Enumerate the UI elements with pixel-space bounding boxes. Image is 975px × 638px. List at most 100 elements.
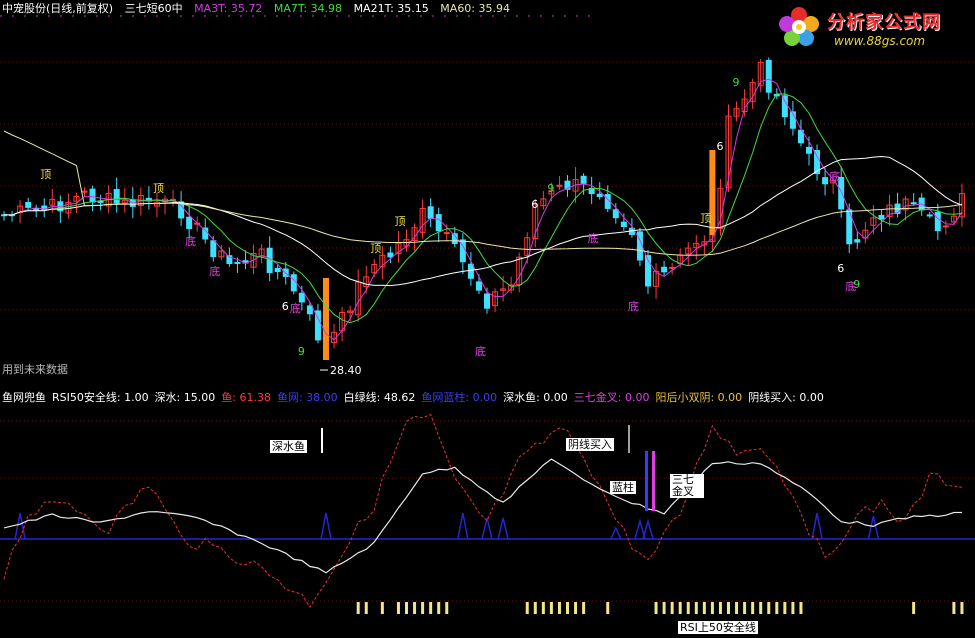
candle-body — [210, 240, 217, 258]
candle — [814, 144, 821, 181]
candle-body — [806, 146, 812, 154]
candle-body — [942, 225, 949, 228]
candle-body — [781, 95, 788, 118]
marker-bottom: 底 — [628, 299, 639, 313]
candle — [403, 229, 410, 252]
candle — [757, 58, 764, 93]
candle — [202, 218, 209, 244]
tag-golden-cross: 三七金叉 — [670, 474, 704, 498]
rsi-safe-bar — [549, 602, 553, 614]
candle — [765, 57, 772, 100]
candle — [854, 232, 861, 249]
candle — [733, 101, 740, 122]
candle — [162, 195, 168, 215]
rsi-safe-bar — [735, 602, 739, 614]
rsi-safe-bar — [912, 602, 916, 614]
candle — [926, 211, 933, 219]
ma7-line — [3, 93, 963, 324]
fishnet-spike — [14, 512, 26, 540]
candle-body — [765, 59, 772, 93]
rsi-safe-bar — [952, 602, 956, 614]
chart-window: 中宠股份(日线,前复权) 三七短60中 MA3T: 35.72 MA7T: 34… — [0, 0, 975, 638]
marker-top: 顶 — [370, 242, 381, 255]
fishnet-spike — [642, 518, 654, 540]
candle-body — [290, 274, 297, 292]
candle — [604, 185, 611, 213]
blue-column-bar — [645, 451, 648, 511]
candle — [427, 198, 434, 228]
marker-top: 顶 — [700, 212, 711, 225]
candle — [492, 288, 499, 313]
rsi-safe-bar — [759, 602, 763, 614]
candle — [178, 191, 185, 226]
tag-yin-buy: 阴线买入 — [566, 438, 614, 451]
rsi-safe-bar — [356, 602, 360, 614]
ma3-line — [3, 78, 963, 341]
rsi-safe-bar — [799, 602, 803, 614]
tag-deep-water-fish: 深水鱼 — [270, 440, 307, 453]
candle — [950, 208, 957, 226]
candle — [862, 222, 869, 244]
rsi-safe-bar — [686, 602, 690, 614]
fishnet-spike — [610, 526, 622, 540]
rsi-safe-bar — [566, 602, 569, 614]
rsi-safe-bar — [421, 602, 425, 614]
tag-rsi-safe: RSI上50安全线 — [678, 621, 758, 634]
marker-six: 6 — [716, 140, 723, 153]
candle-body — [467, 263, 474, 279]
marker-bottom: 底 — [475, 344, 486, 358]
rsi-safe-bar — [743, 602, 747, 614]
signal-bar — [323, 278, 329, 360]
marker-nine: 9 — [547, 182, 554, 195]
rsi-safe-bar — [380, 602, 384, 614]
candle — [97, 194, 104, 211]
rsi-safe-bar — [405, 602, 408, 614]
candle-body — [612, 209, 619, 219]
marker-top: 顶 — [153, 182, 164, 195]
candle-body — [822, 177, 829, 185]
fishnet-spike — [867, 515, 880, 540]
future-data-label: 用到未来数据 — [2, 363, 68, 376]
rsi-safe-bar — [694, 602, 698, 614]
rsi-safe-bar — [574, 602, 578, 614]
candle-body — [427, 206, 434, 219]
marker-bottom: 底 — [829, 169, 840, 183]
candle — [556, 176, 563, 190]
candle — [242, 250, 249, 270]
candle-body — [934, 211, 941, 232]
tag-blue-column: 蓝柱 — [610, 481, 636, 494]
candle-body — [596, 193, 603, 197]
candle — [395, 231, 402, 263]
candle — [435, 207, 442, 243]
candle — [258, 244, 265, 264]
candle-body — [878, 214, 885, 220]
candle-body — [97, 200, 104, 203]
rsi-safe-bar — [702, 602, 706, 614]
candle — [339, 307, 346, 342]
candle-body — [298, 292, 305, 303]
candle — [588, 176, 595, 205]
candle — [661, 260, 668, 276]
candle-body — [234, 261, 241, 264]
rsi-safe-bar — [751, 602, 755, 614]
candle-body — [25, 201, 32, 208]
candle-body — [435, 214, 442, 232]
candle-body — [443, 232, 450, 235]
candle — [170, 189, 177, 207]
candle — [290, 271, 297, 295]
candle — [934, 203, 941, 240]
rsi-safe-bar — [670, 602, 674, 614]
rsi-safe-bar — [767, 602, 771, 614]
low-price-label: 28.40 — [330, 364, 362, 377]
candle — [564, 175, 571, 197]
marker-nine: 9 — [853, 278, 860, 291]
rsi-safe-bar — [654, 602, 658, 614]
candle-body — [669, 266, 676, 269]
indicator-chart — [0, 413, 975, 614]
rsi-safe-bar — [727, 602, 730, 614]
rsi-safe-bar — [557, 602, 561, 614]
candle — [331, 323, 338, 349]
rsi-safe-bar — [541, 602, 545, 614]
marker-bottom: 底 — [209, 264, 220, 278]
rsi-safe-bar — [437, 602, 441, 614]
